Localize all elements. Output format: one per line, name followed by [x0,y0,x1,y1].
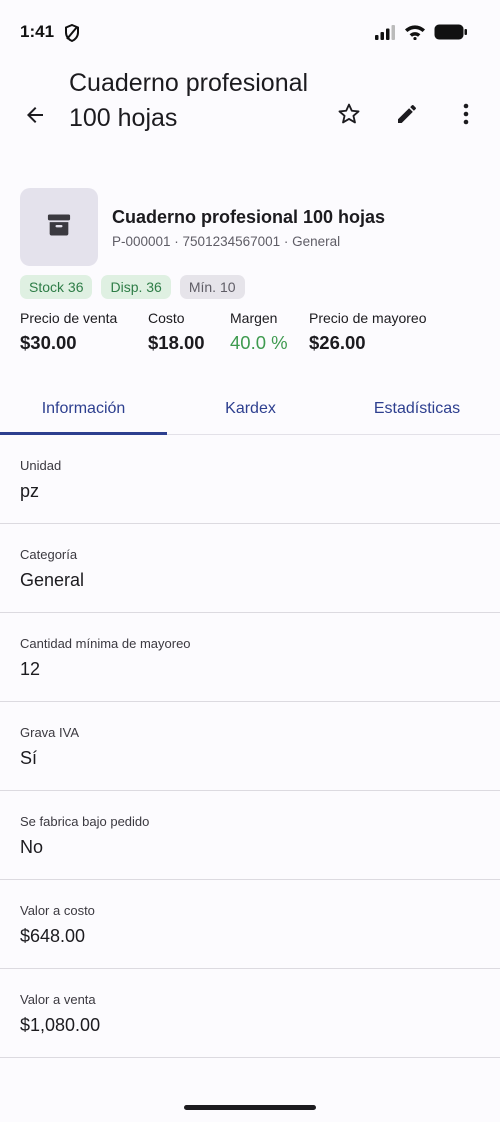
tab-label: Kardex [225,400,276,417]
info-label: Categoría [20,547,78,562]
info-label: Grava IVA [20,725,80,740]
signal-icon [374,24,396,45]
product-meta: P-000001 · 7501234567001 · General [112,234,341,249]
price-summary: Precio de venta $30.00 Costo $18.00 Marg… [20,310,490,360]
tab-bar: Información Kardex Estadísticas [0,383,500,435]
sale-price: Precio de venta $30.00 [20,310,117,354]
wholesale-value: $26.00 [309,332,366,353]
cost-label: Costo [148,310,185,326]
battery-icon [434,24,468,45]
list-item: Se fabrica bajo pedido No [0,791,500,880]
product-thumbnail [20,188,98,266]
back-button[interactable] [18,100,52,134]
archive-box-icon [45,211,73,244]
wholesale-label: Precio de mayoreo [309,310,427,326]
cost-value: $18.00 [148,332,205,353]
info-label: Valor a costo [20,903,95,918]
wifi-icon [404,24,426,45]
wholesale-price: Precio de mayoreo $26.00 [309,310,427,354]
home-indicator[interactable] [184,1105,316,1110]
info-value: General [20,570,85,590]
available-chip: Disp. 36 [101,275,171,299]
more-vert-icon [462,102,470,131]
cost-price: Costo $18.00 [148,310,205,354]
stock-chips: Stock 36 Disp. 36 Mín. 10 [20,275,245,299]
app-bar: Cuaderno profesional 100 hojas [0,64,500,174]
shield-icon [64,23,80,43]
info-value: $1,080.00 [20,1015,101,1035]
info-list: Unidad pz Categoría General Cantidad mín… [0,435,500,1058]
tab-estadisticas[interactable]: Estadísticas [334,383,500,435]
info-value: pz [20,481,40,501]
info-value: Sí [20,748,38,768]
info-label: Valor a venta [20,992,96,1007]
back-arrow-icon [23,103,47,132]
page-title: Cuaderno profesional 100 hojas [69,69,309,132]
tab-label: Información [41,400,126,417]
info-label: Unidad [20,458,62,473]
star-icon [336,101,362,132]
minimum-chip: Mín. 10 [179,275,245,299]
margin-value: 40.0 % [230,332,288,353]
margin: Margen 40.0 % [230,310,288,354]
info-label: Se fabrica bajo pedido [20,814,150,829]
list-item: Grava IVA Sí [0,702,500,791]
favorite-button[interactable] [333,100,365,132]
info-label: Cantidad mínima de mayoreo [20,636,191,651]
product-name: Cuaderno profesional 100 hojas [112,207,386,227]
info-value: 12 [20,659,41,679]
tab-informacion[interactable]: Información [0,383,167,435]
list-item: Cantidad mínima de mayoreo 12 [0,613,500,702]
info-value: No [20,837,44,857]
stock-chip: Stock 36 [20,275,93,299]
sale-price-label: Precio de venta [20,310,118,326]
pencil-icon [395,102,419,131]
margin-label: Margen [230,310,278,326]
more-options-button[interactable] [452,100,480,132]
tab-kardex[interactable]: Kardex [167,383,334,435]
info-value: $648.00 [20,926,86,946]
status-bar: 1:41 [0,0,500,64]
list-item: Valor a venta $1,080.00 [0,969,500,1058]
status-time: 1:41 [20,22,55,41]
list-item: Valor a costo $648.00 [0,880,500,969]
edit-button[interactable] [391,100,423,132]
list-item: Categoría General [0,524,500,613]
tab-label: Estadísticas [373,400,461,417]
list-item: Unidad pz [0,435,500,524]
sale-price-value: $30.00 [20,332,77,353]
